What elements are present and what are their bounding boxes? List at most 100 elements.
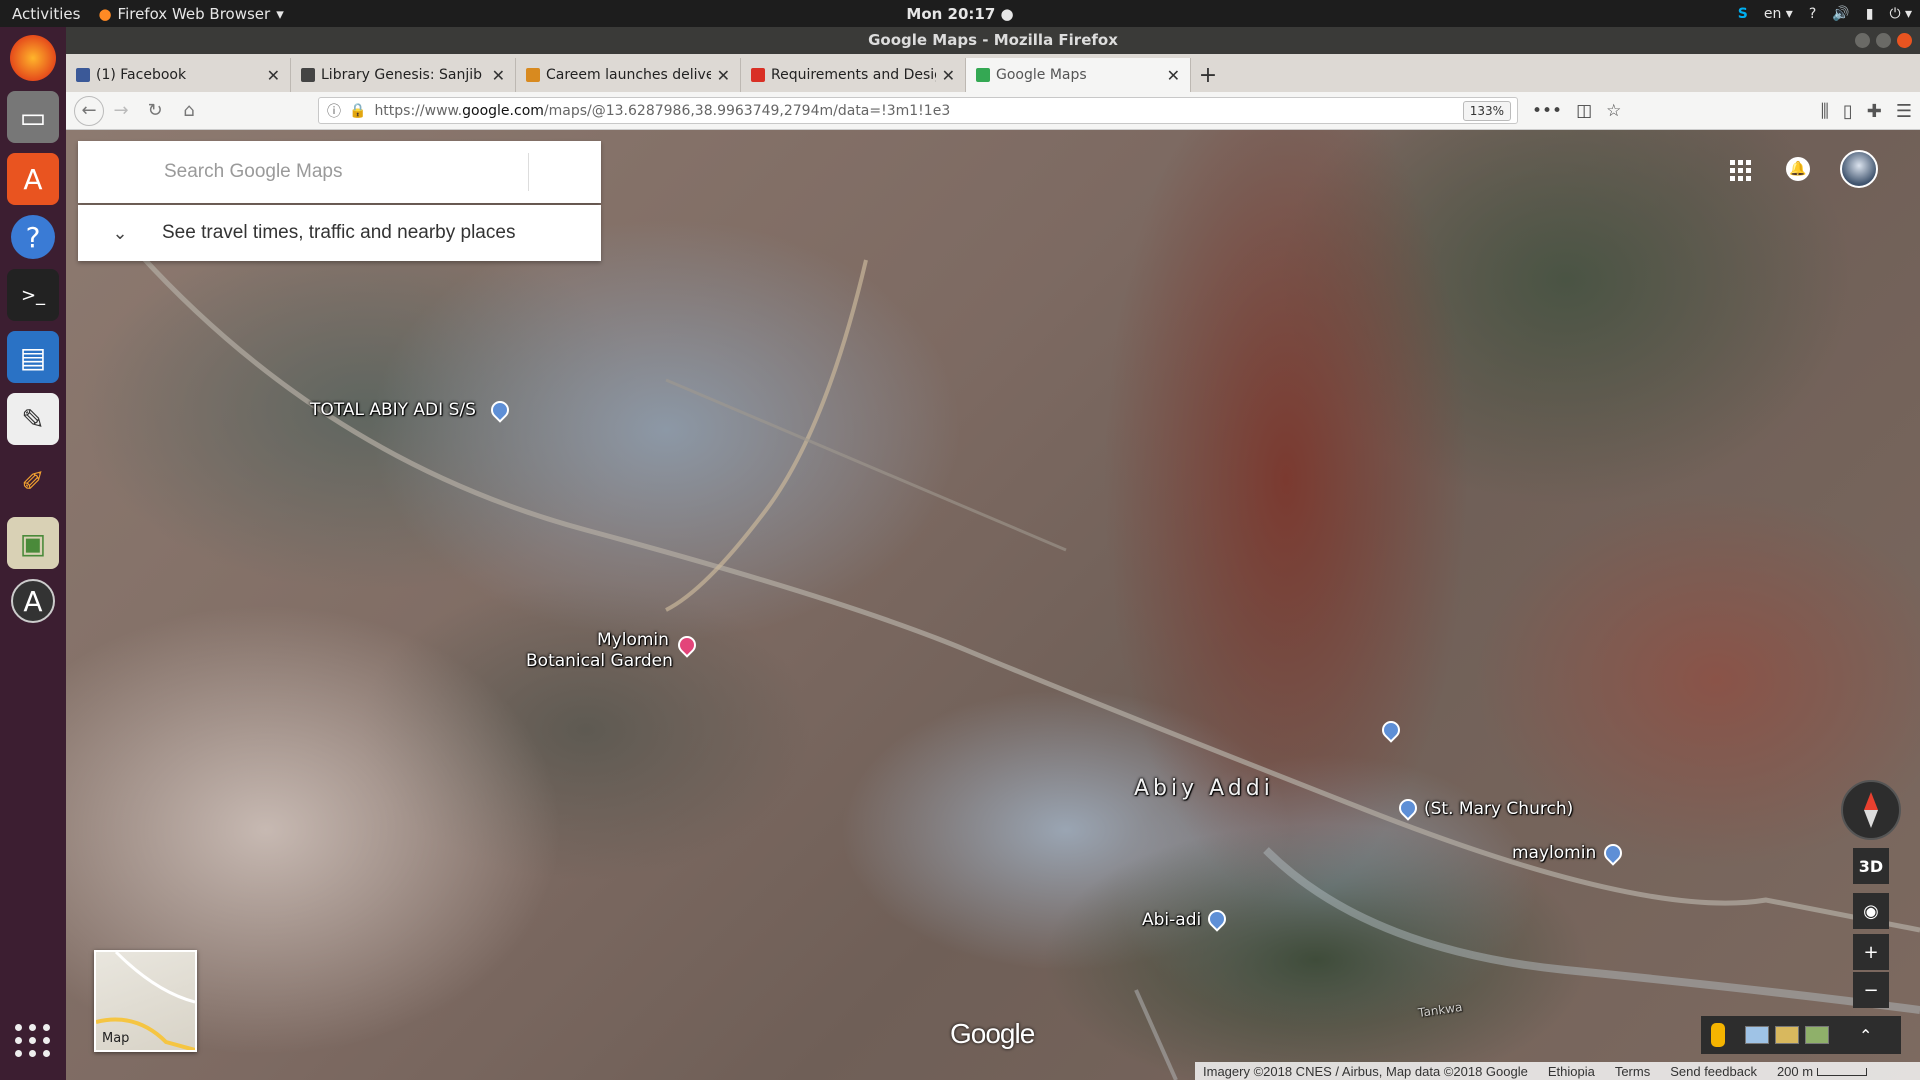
- paint-launcher-icon[interactable]: ✐: [7, 455, 59, 507]
- activities-button[interactable]: Activities: [0, 5, 92, 23]
- imagery-thumb[interactable]: [1775, 1026, 1799, 1044]
- clock[interactable]: Mon 20:17 ●: [906, 5, 1013, 23]
- label-abi-adi[interactable]: Abi-adi: [1142, 910, 1201, 930]
- imagery-credit: Imagery ©2018 CNES / Airbus, Map data ©2…: [1203, 1063, 1528, 1079]
- imagery-bar: ⌃: [1701, 1016, 1901, 1054]
- reload-button[interactable]: ↻: [138, 94, 172, 128]
- imagery-thumb[interactable]: [1745, 1026, 1769, 1044]
- tab-strip: (1) Facebook ✕ Library Genesis: Sanjib S…: [66, 54, 1920, 92]
- forward-button[interactable]: →: [104, 94, 138, 128]
- minimize-button[interactable]: [1855, 33, 1870, 48]
- page-actions-icon[interactable]: •••: [1532, 101, 1562, 121]
- pocket-icon[interactable]: ◫: [1576, 101, 1592, 121]
- google-apps-icon[interactable]: [1730, 160, 1751, 181]
- label-total-abiy-adi[interactable]: TOTAL ABIY ADI S/S: [310, 400, 476, 420]
- battery-icon[interactable]: ▮: [1866, 6, 1874, 22]
- language-indicator[interactable]: en ▾: [1764, 6, 1793, 22]
- pegman-icon[interactable]: [1711, 1023, 1725, 1047]
- close-window-button[interactable]: [1897, 33, 1912, 48]
- close-tab-icon[interactable]: ✕: [1167, 66, 1180, 85]
- launcher: ▭ A ? >_ ▤ ✎ ✐ ▣ A: [0, 27, 66, 1080]
- terminal-launcher-icon[interactable]: >_: [7, 269, 59, 321]
- back-button[interactable]: ←: [74, 95, 104, 126]
- label-mylomin[interactable]: Mylomin: [597, 630, 669, 650]
- road-overlay: [134, 248, 1920, 1080]
- my-location-button[interactable]: ◉: [1853, 893, 1889, 929]
- scale-bar[interactable]: 200 m: [1777, 1064, 1867, 1079]
- tab-gmail-requirements[interactable]: Requirements and Desig ✕: [741, 58, 966, 92]
- google-logo: Google: [950, 1018, 1035, 1049]
- close-tab-icon[interactable]: ✕: [492, 66, 505, 85]
- info-icon[interactable]: ⓘ: [327, 101, 341, 121]
- close-tab-icon[interactable]: ✕: [267, 66, 280, 85]
- zoom-indicator[interactable]: 133%: [1462, 101, 1511, 121]
- label-abiy-addi[interactable]: Abiy Addi: [1134, 776, 1274, 801]
- app-menu[interactable]: ● Firefox Web Browser ▾: [98, 5, 283, 23]
- text-editor-launcher-icon[interactable]: ✎: [7, 393, 59, 445]
- image-viewer-launcher-icon[interactable]: ▣: [7, 517, 59, 569]
- library-icon[interactable]: ⫼: [1821, 101, 1829, 122]
- tab-library-genesis[interactable]: Library Genesis: Sanjib S ✕: [291, 58, 516, 92]
- label-botanical-garden[interactable]: Botanical Garden: [526, 651, 673, 671]
- map-footer: Imagery ©2018 CNES / Airbus, Map data ©2…: [1195, 1062, 1920, 1080]
- firefox-launcher-icon[interactable]: [10, 35, 56, 81]
- firefox-icon: ●: [98, 4, 112, 23]
- lock-icon: 🔒: [349, 102, 367, 119]
- satellite-map[interactable]: TOTAL ABIY ADI S/S Mylomin Botanical Gar…: [66, 130, 1920, 1080]
- url-text[interactable]: https://www.google.com/maps/@13.6287986,…: [374, 103, 950, 119]
- app-menu-label: Firefox Web Browser: [117, 4, 271, 23]
- careem-favicon-icon: [526, 68, 540, 82]
- tab-google-maps[interactable]: Google Maps ✕: [966, 58, 1191, 92]
- updater-launcher-icon[interactable]: A: [11, 579, 55, 623]
- new-tab-button[interactable]: +: [1191, 58, 1225, 92]
- send-feedback-link[interactable]: Send feedback: [1670, 1064, 1757, 1079]
- help-icon[interactable]: ?: [1809, 6, 1816, 22]
- close-tab-icon[interactable]: ✕: [942, 66, 955, 85]
- extension-icon[interactable]: ✚: [1867, 101, 1882, 122]
- skype-icon[interactable]: S: [1738, 6, 1748, 22]
- terms-link[interactable]: Terms: [1615, 1064, 1650, 1079]
- label-maylomin[interactable]: maylomin: [1512, 843, 1596, 863]
- window-titlebar: Google Maps - Mozilla Firefox: [66, 27, 1920, 54]
- files-launcher-icon[interactable]: ▭: [7, 91, 59, 143]
- writer-launcher-icon[interactable]: ▤: [7, 331, 59, 383]
- tab-title: (1) Facebook: [96, 67, 187, 83]
- search-divider: [528, 153, 529, 191]
- hamburger-menu-icon[interactable]: ☰: [1896, 101, 1912, 122]
- navigation-bar: ← → ↻ ⌂ ⓘ 🔒 https://www.google.com/maps/…: [66, 92, 1920, 130]
- maximize-button[interactable]: [1876, 33, 1891, 48]
- url-bar[interactable]: ⓘ 🔒 https://www.google.com/maps/@13.6287…: [318, 97, 1518, 124]
- system-tray: S en ▾ ? 🔊 ▮ ⏻ ▾: [1738, 6, 1912, 22]
- compass-control[interactable]: [1841, 780, 1901, 840]
- country-link[interactable]: Ethiopia: [1548, 1064, 1595, 1079]
- expand-chevron-icon[interactable]: ⌃: [1859, 1026, 1872, 1045]
- notifications-icon[interactable]: 🔔: [1786, 157, 1810, 181]
- zoom-in-button[interactable]: +: [1853, 934, 1889, 970]
- sidebar-icon[interactable]: ▯: [1843, 101, 1853, 122]
- home-button[interactable]: ⌂: [172, 94, 206, 128]
- chevron-down-icon[interactable]: ⌄: [78, 223, 162, 244]
- label-st-mary-church[interactable]: (St. Mary Church): [1424, 799, 1573, 819]
- tab-facebook[interactable]: (1) Facebook ✕: [66, 58, 291, 92]
- map-type-toggle[interactable]: Map: [94, 950, 197, 1052]
- avatar[interactable]: [1840, 150, 1878, 188]
- help-launcher-icon[interactable]: ?: [11, 215, 55, 259]
- bookmark-star-icon[interactable]: ☆: [1606, 101, 1621, 121]
- volume-icon[interactable]: 🔊: [1832, 6, 1849, 22]
- travel-times-panel[interactable]: ⌄ See travel times, traffic and nearby p…: [78, 205, 601, 261]
- software-launcher-icon[interactable]: A: [7, 153, 59, 205]
- tab-title: Careem launches deliver: [546, 67, 711, 83]
- imagery-thumb[interactable]: [1805, 1026, 1829, 1044]
- search-box: [78, 141, 601, 203]
- 3d-button[interactable]: 3D: [1853, 848, 1889, 884]
- show-applications-icon[interactable]: [7, 1014, 59, 1066]
- power-icon[interactable]: ⏻ ▾: [1889, 6, 1912, 22]
- search-input[interactable]: [162, 160, 492, 184]
- tab-careem[interactable]: Careem launches deliver ✕: [516, 58, 741, 92]
- url-actions: ••• ◫ ☆: [1532, 92, 1621, 130]
- close-tab-icon[interactable]: ✕: [717, 66, 730, 85]
- toolbar-right: ⫼ ▯ ✚ ☰: [1821, 92, 1912, 130]
- tab-title: Library Genesis: Sanjib S: [321, 67, 486, 83]
- compass-needle-icon: [1864, 792, 1878, 828]
- zoom-out-button[interactable]: −: [1853, 972, 1889, 1008]
